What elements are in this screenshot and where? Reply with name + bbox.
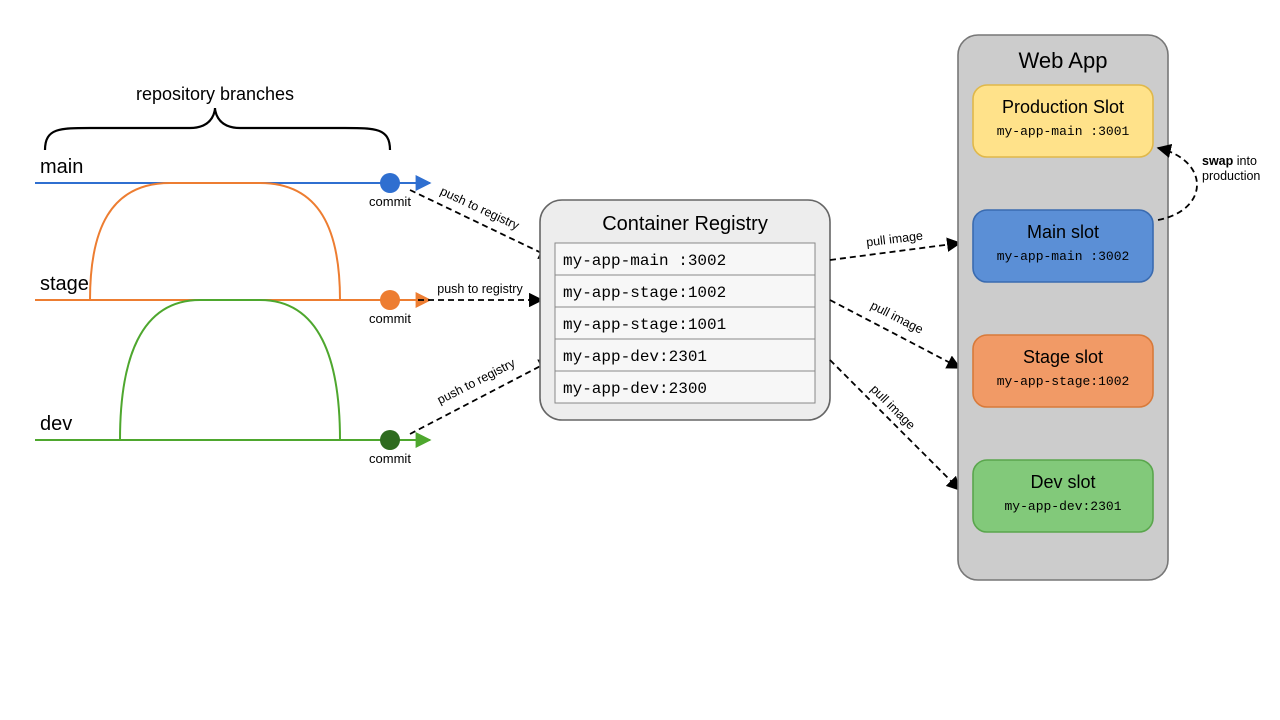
push-label-stage: push to registry	[437, 282, 523, 296]
slot-stage-title: Stage slot	[1023, 347, 1103, 367]
container-registry: Container Registry my-app-main :3002 my-…	[540, 200, 830, 420]
pull-edges: pull image pull image pull image	[830, 229, 960, 490]
web-app-title: Web App	[1019, 48, 1108, 73]
push-edges: push to registry push to registry push t…	[410, 184, 552, 434]
slot-stage: Stage slot my-app-stage:1002	[973, 335, 1153, 407]
registry-image-2: my-app-stage:1001	[563, 316, 726, 334]
commit-dot-stage	[380, 290, 400, 310]
commit-dot-main	[380, 173, 400, 193]
registry-table: my-app-main :3002 my-app-stage:1002 my-a…	[555, 243, 815, 403]
repo-brace-label: repository branches	[136, 84, 294, 104]
merge-stage-to-main	[90, 183, 340, 300]
registry-image-0: my-app-main :3002	[563, 252, 726, 270]
registry-image-3: my-app-dev:2301	[563, 348, 707, 366]
branch-main-label: main	[40, 156, 83, 178]
swap-label: swap into	[1202, 154, 1257, 168]
web-app: Web App Production Slot my-app-main :300…	[958, 35, 1168, 580]
registry-image-4: my-app-dev:2300	[563, 380, 707, 398]
swap-label-line2: production	[1202, 169, 1260, 183]
commit-label-stage: commit	[369, 311, 411, 326]
pull-label-main: pull image	[865, 229, 923, 250]
slot-dev-title: Dev slot	[1030, 472, 1095, 492]
commit-label-dev: commit	[369, 451, 411, 466]
branch-dev-label: dev	[40, 413, 72, 435]
pull-label-dev: pull image	[868, 382, 918, 432]
registry-image-1: my-app-stage:1002	[563, 284, 726, 302]
slot-dev: Dev slot my-app-dev:2301	[973, 460, 1153, 532]
slot-dev-image: my-app-dev:2301	[1004, 499, 1121, 514]
swap-arrow-group: swap into production	[1158, 148, 1260, 220]
pull-edge-dev	[830, 360, 960, 490]
slot-prod: Production Slot my-app-main :3001	[973, 85, 1153, 157]
registry-title: Container Registry	[602, 213, 768, 235]
commit-dot-dev	[380, 430, 400, 450]
branch-stage-label: stage	[40, 273, 89, 295]
pull-label-stage: pull image	[868, 298, 925, 336]
slot-main: Main slot my-app-main :3002	[973, 210, 1153, 282]
commit-label-main: commit	[369, 194, 411, 209]
slot-prod-image: my-app-main :3001	[997, 124, 1130, 139]
slot-stage-image: my-app-stage:1002	[997, 374, 1130, 389]
merge-dev-to-stage	[120, 300, 340, 440]
slot-main-title: Main slot	[1027, 222, 1099, 242]
slot-main-image: my-app-main :3002	[997, 249, 1130, 264]
repo-brace	[45, 108, 390, 150]
slot-prod-title: Production Slot	[1002, 97, 1124, 117]
repo-branches-group: repository branches main commit stage co…	[35, 84, 430, 466]
